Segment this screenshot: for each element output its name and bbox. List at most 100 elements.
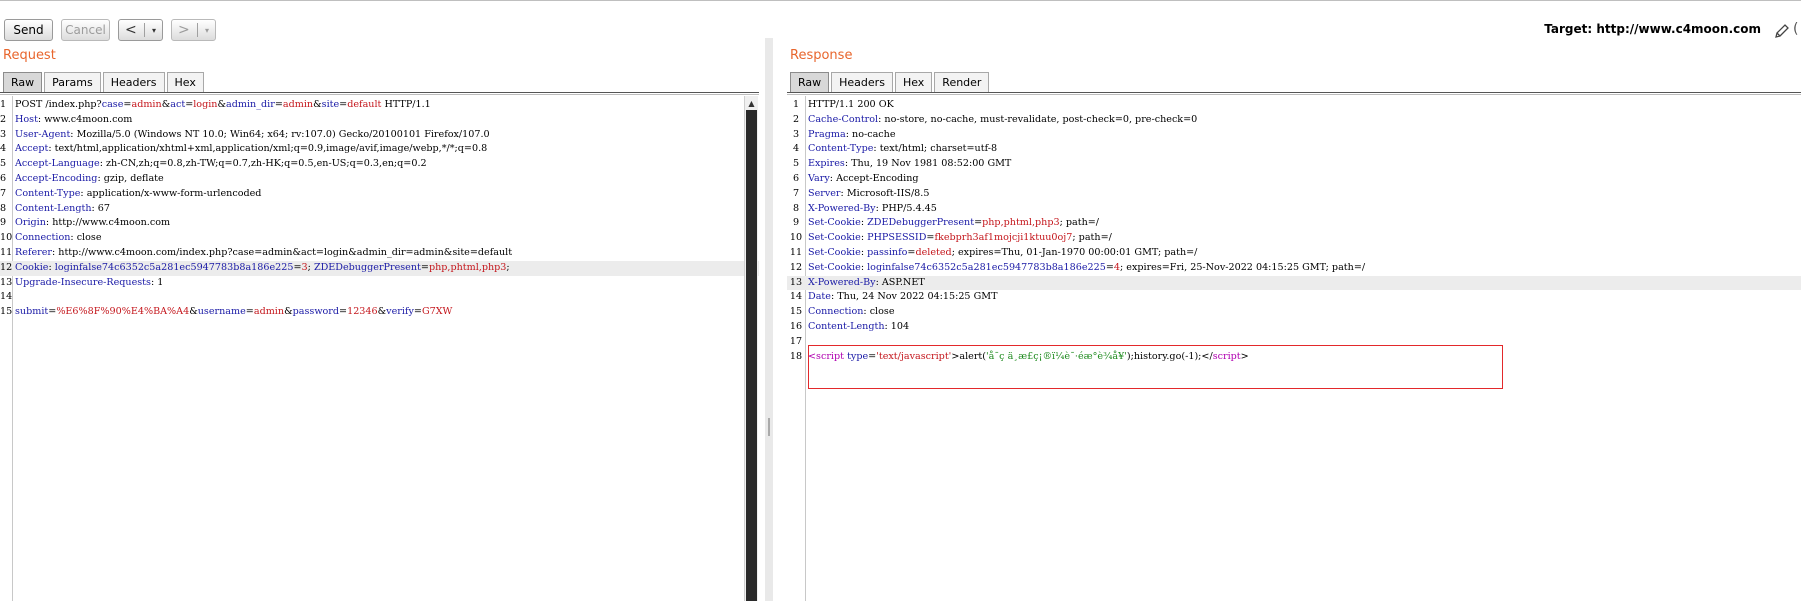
line-text[interactable]: Set-Cookie: loginfalse74c6352c5a281ec594…: [808, 261, 1365, 276]
request-code-line[interactable]: 4 Accept: text/html,application/xhtml+xml…: [0, 142, 759, 157]
edit-target-pencil-icon[interactable]: [1773, 22, 1791, 40]
scroll-up-arrow-icon[interactable]: ▲: [745, 96, 758, 110]
forward-button[interactable]: > ▾: [171, 19, 216, 41]
line-text[interactable]: User-Agent: Mozilla/5.0 (Windows NT 10.0…: [15, 128, 490, 143]
request-code-line[interactable]: 11 Referer: http://www.c4moon.com/index.p…: [0, 246, 759, 261]
line-number: 14: [0, 291, 13, 303]
line-text[interactable]: Content-Length: 104: [808, 320, 909, 335]
line-number: 5: [792, 158, 800, 170]
pane-splitter[interactable]: [765, 38, 773, 601]
response-code-line[interactable]: 1 HTTP/1.1 200 OK: [787, 98, 1801, 113]
response-code-line[interactable]: 11 Set-Cookie: passinfo=deleted; expires=…: [787, 246, 1801, 261]
request-code-line[interactable]: 10 Connection: close: [0, 231, 759, 246]
request-code-line[interactable]: 14: [0, 290, 759, 305]
line-text[interactable]: Content-Length: 67: [15, 202, 110, 217]
response-code-line[interactable]: 12 Set-Cookie: loginfalse74c6352c5a281ec5…: [787, 261, 1801, 276]
line-text[interactable]: Set-Cookie: PHPSESSID=fkebprh3af1mojcji1…: [808, 231, 1112, 246]
request-tab-hex[interactable]: Hex: [166, 72, 204, 92]
line-number: 12: [789, 261, 803, 273]
request-code-line[interactable]: 1 POST /index.php?case=admin&act=login&ad…: [0, 98, 759, 113]
line-text[interactable]: X-Powered-By: PHP/5.4.45: [808, 202, 937, 217]
response-code-line[interactable]: 4 Content-Type: text/html; charset=utf-8: [787, 142, 1801, 157]
line-text[interactable]: Accept-Language: zh-CN,zh;q=0.8,zh-TW;q=…: [15, 157, 427, 172]
response-code-line[interactable]: 6 Vary: Accept-Encoding: [787, 172, 1801, 187]
forward-history-dropdown-icon[interactable]: ▾: [205, 26, 209, 35]
response-code-line[interactable]: 14 Date: Thu, 24 Nov 2022 04:15:25 GMT: [787, 290, 1801, 305]
line-text[interactable]: Set-Cookie: ZDEDebuggerPresent=php,phtml…: [808, 216, 1099, 231]
request-code-line[interactable]: 13 Upgrade-Insecure-Requests: 1: [0, 276, 759, 291]
line-text[interactable]: Origin: http://www.c4moon.com: [15, 216, 170, 231]
back-history-dropdown-icon[interactable]: ▾: [152, 26, 156, 35]
response-tab-hex[interactable]: Hex: [894, 72, 933, 92]
cancel-button[interactable]: Cancel: [61, 19, 110, 41]
send-button[interactable]: Send: [4, 19, 53, 41]
line-text[interactable]: Cache-Control: no-store, no-cache, must-…: [808, 113, 1197, 128]
line-text[interactable]: Expires: Thu, 19 Nov 1981 08:52:00 GMT: [808, 157, 1011, 172]
line-text[interactable]: Referer: http://www.c4moon.com/index.php…: [15, 246, 512, 261]
request-scrollbar[interactable]: ▲: [744, 96, 758, 601]
line-text[interactable]: Server: Microsoft-IIS/8.5: [808, 187, 929, 202]
line-text[interactable]: Host: www.c4moon.com: [15, 113, 132, 128]
request-editor[interactable]: 1 POST /index.php?case=admin&act=login&ad…: [0, 96, 759, 601]
line-text[interactable]: Accept: text/html,application/xhtml+xml,…: [15, 142, 487, 157]
line-text[interactable]: Pragma: no-cache: [808, 128, 896, 143]
line-text[interactable]: Upgrade-Insecure-Requests: 1: [15, 276, 163, 291]
tab-underline-secondary: [787, 94, 1801, 95]
response-code-line[interactable]: 7 Server: Microsoft-IIS/8.5: [787, 187, 1801, 202]
request-code[interactable]: 1 POST /index.php?case=admin&act=login&ad…: [0, 98, 759, 320]
response-tab-render[interactable]: Render: [934, 72, 990, 92]
line-number: 13: [0, 276, 13, 288]
request-code-line[interactable]: 5 Accept-Language: zh-CN,zh;q=0.8,zh-TW;q…: [0, 157, 759, 172]
response-code-line[interactable]: 13 X-Powered-By: ASP.NET: [787, 275, 1801, 291]
response-code-line[interactable]: 3 Pragma: no-cache: [787, 128, 1801, 143]
line-text[interactable]: HTTP/1.1 200 OK: [808, 98, 894, 113]
request-tab-raw[interactable]: Raw: [3, 72, 43, 92]
response-tab-raw[interactable]: Raw: [790, 72, 830, 92]
request-code-line[interactable]: 7 Content-Type: application/x-www-form-ur…: [0, 187, 759, 202]
line-number: 10: [789, 232, 803, 244]
response-code-line[interactable]: 2 Cache-Control: no-store, no-cache, must…: [787, 113, 1801, 128]
splitter-grip[interactable]: [768, 418, 770, 436]
line-text[interactable]: Connection: close: [808, 305, 895, 320]
line-text[interactable]: POST /index.php?case=admin&act=login&adm…: [15, 98, 431, 113]
help-icon[interactable]: (: [1793, 21, 1798, 37]
response-code-line[interactable]: 16 Content-Length: 104: [787, 320, 1801, 335]
line-text[interactable]: Vary: Accept-Encoding: [808, 172, 919, 187]
request-title: Request: [3, 48, 56, 63]
line-number: 12: [0, 261, 13, 273]
response-code-line[interactable]: 15 Connection: close: [787, 305, 1801, 320]
response-tab-headers[interactable]: Headers: [831, 72, 893, 92]
response-code-line[interactable]: 10 Set-Cookie: PHPSESSID=fkebprh3af1mojcj…: [787, 231, 1801, 246]
line-number: 16: [789, 320, 803, 332]
response-code-line[interactable]: 9 Set-Cookie: ZDEDebuggerPresent=php,phtm…: [787, 216, 1801, 231]
line-number: 6: [792, 172, 800, 184]
line-number: 15: [0, 306, 13, 318]
button-separator: [143, 23, 145, 37]
request-code-line[interactable]: 15 submit=%E6%8F%90%E4%BA%A4&username=adm…: [0, 305, 759, 320]
line-text[interactable]: Content-Type: text/html; charset=utf-8: [808, 142, 997, 157]
line-number: 3: [792, 128, 800, 140]
response-code-line[interactable]: 5 Expires: Thu, 19 Nov 1981 08:52:00 GMT: [787, 157, 1801, 172]
tab-underline: [0, 92, 759, 93]
back-button[interactable]: < ▾: [118, 19, 163, 41]
line-text[interactable]: Accept-Encoding: gzip, deflate: [15, 172, 164, 187]
request-code-line[interactable]: 12 Cookie: loginfalse74c6352c5a281ec59477…: [0, 260, 759, 276]
request-tab-params[interactable]: Params: [44, 72, 101, 92]
line-text[interactable]: X-Powered-By: ASP.NET: [808, 276, 925, 291]
line-text[interactable]: Content-Type: application/x-www-form-url…: [15, 187, 261, 202]
line-text[interactable]: Cookie: loginfalse74c6352c5a281ec5947783…: [15, 261, 510, 276]
request-code-line[interactable]: 6 Accept-Encoding: gzip, deflate: [0, 172, 759, 187]
line-text[interactable]: submit=%E6%8F%90%E4%BA%A4&username=admin…: [15, 305, 452, 320]
request-code-line[interactable]: 8 Content-Length: 67: [0, 202, 759, 217]
scrollbar-thumb[interactable]: [746, 110, 757, 601]
line-number: 8: [792, 202, 800, 214]
line-text[interactable]: Date: Thu, 24 Nov 2022 04:15:25 GMT: [808, 290, 997, 305]
request-code-line[interactable]: 9 Origin: http://www.c4moon.com: [0, 216, 759, 231]
request-code-line[interactable]: 3 User-Agent: Mozilla/5.0 (Windows NT 10.…: [0, 128, 759, 143]
line-text[interactable]: Connection: close: [15, 231, 102, 246]
response-code[interactable]: 1 HTTP/1.1 200 OK 2 Cache-Control: no-store…: [787, 98, 1801, 364]
line-text[interactable]: Set-Cookie: passinfo=deleted; expires=Th…: [808, 246, 1197, 261]
request-tab-headers[interactable]: Headers: [102, 72, 165, 92]
request-code-line[interactable]: 2 Host: www.c4moon.com: [0, 113, 759, 128]
response-code-line[interactable]: 8 X-Powered-By: PHP/5.4.45: [787, 202, 1801, 217]
